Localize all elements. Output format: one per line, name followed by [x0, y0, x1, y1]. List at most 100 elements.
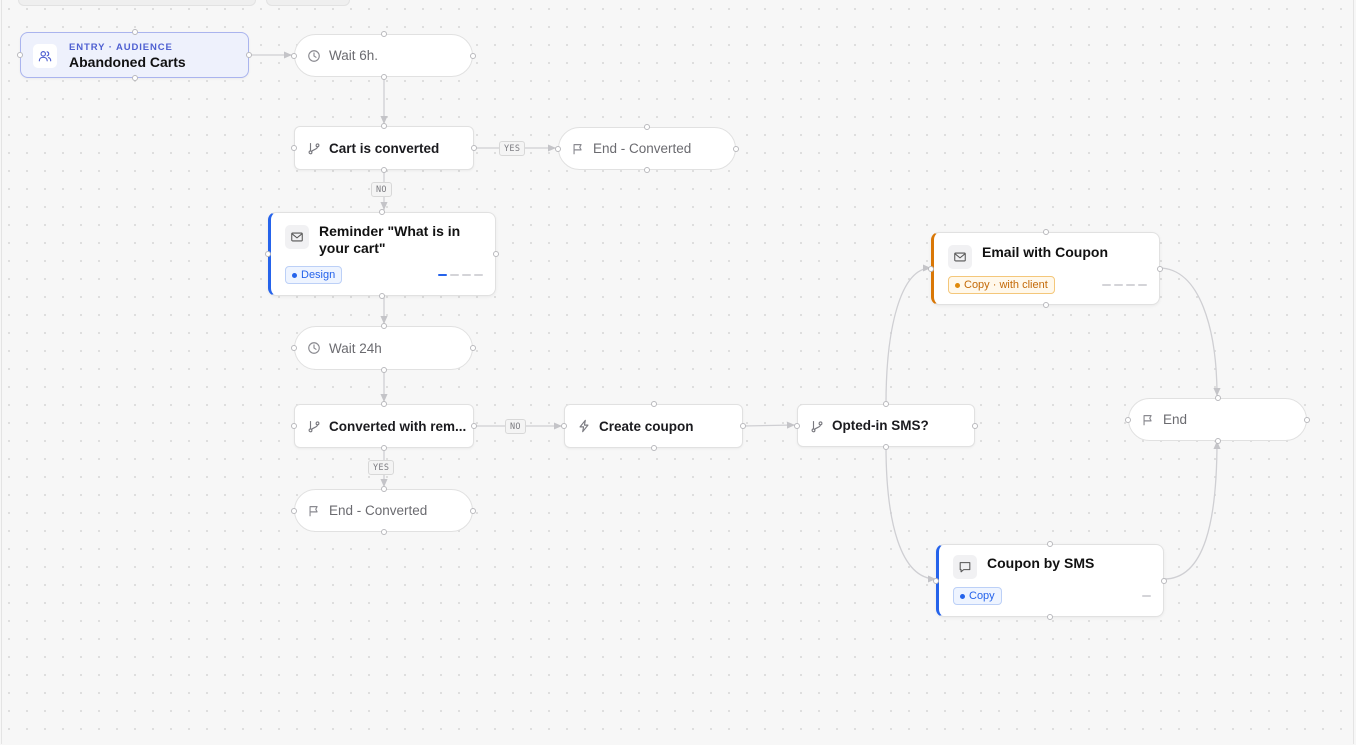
connection-handle[interactable]	[1125, 416, 1131, 423]
progress-segment	[462, 274, 471, 276]
node-label: Wait 24h	[329, 340, 382, 356]
email-step-card[interactable]: Email with Coupon Copy · with client	[931, 232, 1160, 305]
edge-label-yes: YES	[368, 460, 395, 475]
status-badge[interactable]: Copy	[953, 587, 1002, 605]
connection-handle[interactable]	[380, 74, 387, 80]
connection-handle[interactable]	[131, 29, 138, 35]
connection-handle[interactable]	[644, 124, 650, 130]
wait-node[interactable]: Wait 24h	[294, 326, 473, 370]
email-step-card[interactable]: Reminder "What is in your cart" Design	[268, 212, 496, 296]
connection-handle[interactable]	[381, 445, 387, 451]
end-node[interactable]: End - Converted	[558, 127, 736, 170]
connection-handle[interactable]	[883, 444, 889, 450]
connection-handle[interactable]	[933, 577, 939, 584]
progress-indicator	[1102, 284, 1147, 286]
connection-handle[interactable]	[379, 209, 385, 215]
progress-segment	[1126, 284, 1135, 286]
progress-segment	[1102, 284, 1111, 286]
connection-handle[interactable]	[1214, 395, 1221, 401]
connection-handle[interactable]	[650, 445, 657, 451]
connection-handle[interactable]	[471, 145, 477, 151]
progress-segment	[450, 274, 459, 276]
edge-coupon-opted	[742, 421, 796, 429]
connection-handle[interactable]	[470, 52, 476, 59]
sms-step-card[interactable]: Coupon by SMS Copy	[936, 544, 1164, 617]
node-label: Create coupon	[599, 418, 694, 434]
progress-segment	[1114, 284, 1123, 286]
connection-handle[interactable]	[265, 251, 271, 257]
condition-node[interactable]: Converted with rem...	[294, 404, 474, 448]
connection-handle[interactable]	[1157, 265, 1163, 272]
connection-handle[interactable]	[1047, 614, 1053, 620]
progress-segment	[1142, 595, 1151, 597]
status-badge[interactable]: Design	[285, 266, 343, 284]
progress-segment	[474, 274, 483, 276]
connection-handle[interactable]	[928, 265, 934, 272]
badge-label: Copy	[969, 590, 995, 602]
entry-title: Abandoned Carts	[69, 54, 186, 70]
connection-handle[interactable]	[291, 52, 297, 59]
connection-handle[interactable]	[17, 52, 23, 58]
connection-handle[interactable]	[380, 31, 387, 37]
action-node[interactable]: Create coupon	[564, 404, 743, 448]
connection-handle[interactable]	[493, 251, 499, 257]
connection-handle[interactable]	[1042, 229, 1049, 235]
entry-kicker: ENTRY · AUDIENCE	[69, 42, 173, 53]
progress-segment	[438, 274, 447, 276]
connection-handle[interactable]	[740, 423, 746, 429]
connection-handle[interactable]	[379, 293, 385, 299]
connection-handle[interactable]	[794, 422, 800, 429]
progress-segment	[1138, 284, 1147, 286]
connection-handle[interactable]	[380, 486, 387, 492]
bolt-icon	[577, 419, 591, 433]
connection-handle[interactable]	[555, 145, 561, 152]
connection-handle[interactable]	[733, 145, 739, 152]
connection-handle[interactable]	[381, 123, 387, 129]
connection-handle[interactable]	[381, 401, 387, 407]
wait-node[interactable]: Wait 6h.	[294, 34, 473, 77]
entry-node[interactable]: ENTRY · AUDIENCE Abandoned Carts	[20, 32, 249, 78]
node-label: End - Converted	[593, 141, 692, 156]
connection-handle[interactable]	[380, 529, 387, 535]
status-badge[interactable]: Copy · with client	[948, 276, 1055, 294]
node-label: End	[1163, 412, 1188, 427]
edges-layer	[248, 51, 1221, 583]
condition-node[interactable]: Cart is converted	[294, 126, 474, 170]
edge-label-yes: YES	[499, 141, 526, 156]
connection-handle[interactable]	[380, 367, 387, 373]
branch-icon	[810, 419, 824, 433]
connection-handle[interactable]	[644, 167, 650, 173]
card-title: Coupon by SMS	[987, 555, 1095, 571]
connection-handle[interactable]	[470, 345, 476, 351]
connection-handle[interactable]	[470, 507, 476, 514]
connection-handle[interactable]	[381, 167, 387, 173]
connection-handle[interactable]	[131, 75, 138, 81]
connection-handle[interactable]	[291, 423, 297, 429]
end-node[interactable]: End - Converted	[294, 489, 473, 532]
connection-handle[interactable]	[1047, 541, 1053, 547]
users-icon	[33, 44, 57, 68]
connection-handle[interactable]	[380, 323, 387, 329]
end-node[interactable]: End	[1128, 398, 1307, 441]
connection-handle[interactable]	[291, 507, 297, 514]
message-icon	[953, 555, 977, 579]
card-title: Reminder "What is in your cart"	[319, 223, 461, 256]
edge-sms-end	[1163, 440, 1221, 580]
node-label: Wait 6h.	[329, 48, 379, 63]
connection-handle[interactable]	[471, 423, 477, 429]
edge-opted-email	[885, 264, 932, 405]
connection-handle[interactable]	[561, 423, 567, 429]
edge-email-end	[1158, 267, 1221, 397]
connection-handle[interactable]	[1214, 438, 1221, 444]
connection-handle[interactable]	[291, 345, 297, 351]
connection-handle[interactable]	[883, 401, 889, 407]
branch-icon	[307, 419, 321, 433]
connection-handle[interactable]	[1042, 302, 1049, 308]
connection-handle[interactable]	[1304, 416, 1310, 423]
connection-handle[interactable]	[291, 145, 297, 151]
connection-handle[interactable]	[1161, 577, 1167, 584]
connection-handle[interactable]	[650, 401, 657, 407]
connection-handle[interactable]	[972, 422, 978, 429]
connection-handle[interactable]	[246, 52, 252, 58]
condition-node[interactable]: Opted-in SMS?	[797, 404, 975, 447]
